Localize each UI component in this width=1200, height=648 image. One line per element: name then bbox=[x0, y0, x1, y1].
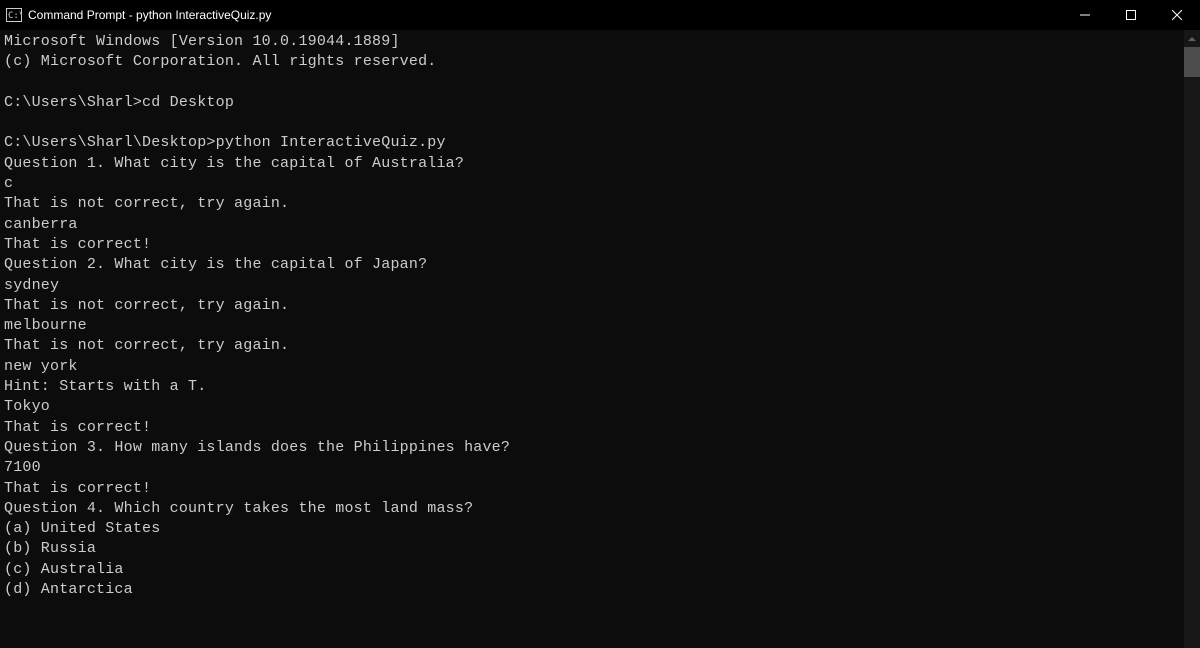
terminal-output[interactable]: Microsoft Windows [Version 10.0.19044.18… bbox=[0, 30, 1184, 648]
vertical-scrollbar[interactable] bbox=[1184, 30, 1200, 648]
titlebar-left: C:\ Command Prompt - python InteractiveQ… bbox=[6, 7, 271, 23]
minimize-button[interactable] bbox=[1062, 0, 1108, 30]
terminal-line: (c) Australia bbox=[4, 560, 1184, 580]
svg-text:C:\: C:\ bbox=[8, 11, 22, 21]
terminal-line: (a) United States bbox=[4, 519, 1184, 539]
scroll-up-button[interactable] bbox=[1184, 30, 1200, 47]
terminal-line: melbourne bbox=[4, 316, 1184, 336]
terminal-line: That is correct! bbox=[4, 235, 1184, 255]
terminal-line: 7100 bbox=[4, 458, 1184, 478]
terminal-line: new york bbox=[4, 357, 1184, 377]
terminal-line: Tokyo bbox=[4, 397, 1184, 417]
terminal-line bbox=[4, 113, 1184, 133]
terminal-line: Hint: Starts with a T. bbox=[4, 377, 1184, 397]
terminal-line: Question 2. What city is the capital of … bbox=[4, 255, 1184, 275]
window-titlebar: C:\ Command Prompt - python InteractiveQ… bbox=[0, 0, 1200, 30]
terminal-line: (b) Russia bbox=[4, 539, 1184, 559]
terminal-line: (c) Microsoft Corporation. All rights re… bbox=[4, 52, 1184, 72]
maximize-button[interactable] bbox=[1108, 0, 1154, 30]
window-controls bbox=[1062, 0, 1200, 30]
terminal-line: (d) Antarctica bbox=[4, 580, 1184, 600]
terminal-line: Question 3. How many islands does the Ph… bbox=[4, 438, 1184, 458]
terminal-area: Microsoft Windows [Version 10.0.19044.18… bbox=[0, 30, 1200, 648]
cmd-prompt-icon: C:\ bbox=[6, 7, 22, 23]
close-button[interactable] bbox=[1154, 0, 1200, 30]
scroll-thumb[interactable] bbox=[1184, 47, 1200, 77]
terminal-line: That is not correct, try again. bbox=[4, 336, 1184, 356]
terminal-line: Microsoft Windows [Version 10.0.19044.18… bbox=[4, 32, 1184, 52]
terminal-line: That is not correct, try again. bbox=[4, 194, 1184, 214]
terminal-line: sydney bbox=[4, 276, 1184, 296]
terminal-line: That is correct! bbox=[4, 479, 1184, 499]
terminal-line: That is not correct, try again. bbox=[4, 296, 1184, 316]
window-title: Command Prompt - python InteractiveQuiz.… bbox=[28, 8, 271, 22]
terminal-line bbox=[4, 73, 1184, 93]
terminal-line: Question 1. What city is the capital of … bbox=[4, 154, 1184, 174]
terminal-line: C:\Users\Sharl>cd Desktop bbox=[4, 93, 1184, 113]
terminal-line: Question 4. Which country takes the most… bbox=[4, 499, 1184, 519]
terminal-line: That is correct! bbox=[4, 418, 1184, 438]
terminal-line: canberra bbox=[4, 215, 1184, 235]
terminal-line: C:\Users\Sharl\Desktop>python Interactiv… bbox=[4, 133, 1184, 153]
terminal-line: c bbox=[4, 174, 1184, 194]
